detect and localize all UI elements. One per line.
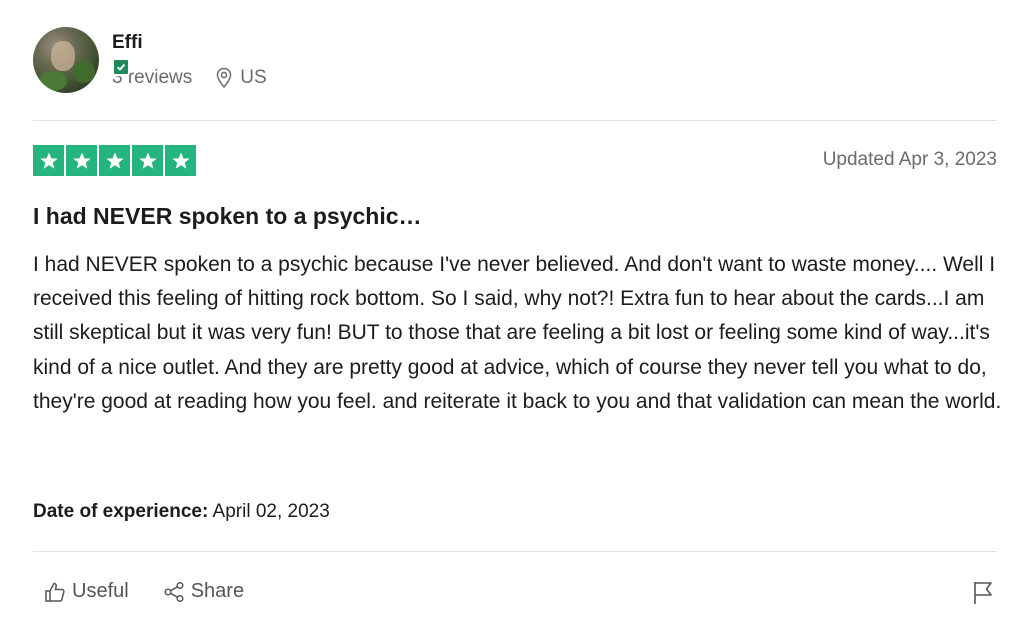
star-icon	[66, 145, 97, 176]
share-button[interactable]: Share	[163, 580, 244, 603]
verified-check-icon	[112, 58, 130, 76]
useful-label: Useful	[72, 580, 129, 602]
reviewer-header: Effi 3 reviews US	[33, 27, 267, 97]
reviewer-name[interactable]: Effi	[112, 32, 267, 54]
review-actions: Useful Share	[44, 580, 278, 603]
report-flag-button[interactable]	[972, 580, 994, 611]
review-card: Effi 3 reviews US Updated Apr 3, 2023 I …	[0, 0, 1024, 637]
divider	[33, 551, 997, 552]
reviewer-location: US	[240, 67, 267, 88]
star-icon	[99, 145, 130, 176]
useful-button[interactable]: Useful	[44, 580, 129, 603]
share-label: Share	[190, 580, 245, 602]
share-icon	[164, 581, 184, 602]
review-title[interactable]: I had NEVER spoken to a psychic…	[33, 203, 422, 230]
experience-label: Date of experience:	[33, 501, 209, 522]
star-icon	[132, 145, 163, 176]
avatar[interactable]	[33, 27, 99, 93]
updated-date: Updated Apr 3, 2023	[822, 149, 997, 170]
experience-date: April 02, 2023	[212, 501, 330, 522]
divider	[33, 120, 997, 121]
flag-icon	[974, 582, 992, 604]
date-of-experience: Date of experience: April 02, 2023	[33, 501, 330, 523]
star-rating	[33, 145, 198, 176]
star-icon	[165, 145, 196, 176]
star-icon	[33, 145, 64, 176]
review-body: I had NEVER spoken to a psychic because …	[33, 253, 1002, 413]
thumbs-up-icon	[45, 582, 65, 602]
location-pin-icon	[216, 67, 232, 89]
